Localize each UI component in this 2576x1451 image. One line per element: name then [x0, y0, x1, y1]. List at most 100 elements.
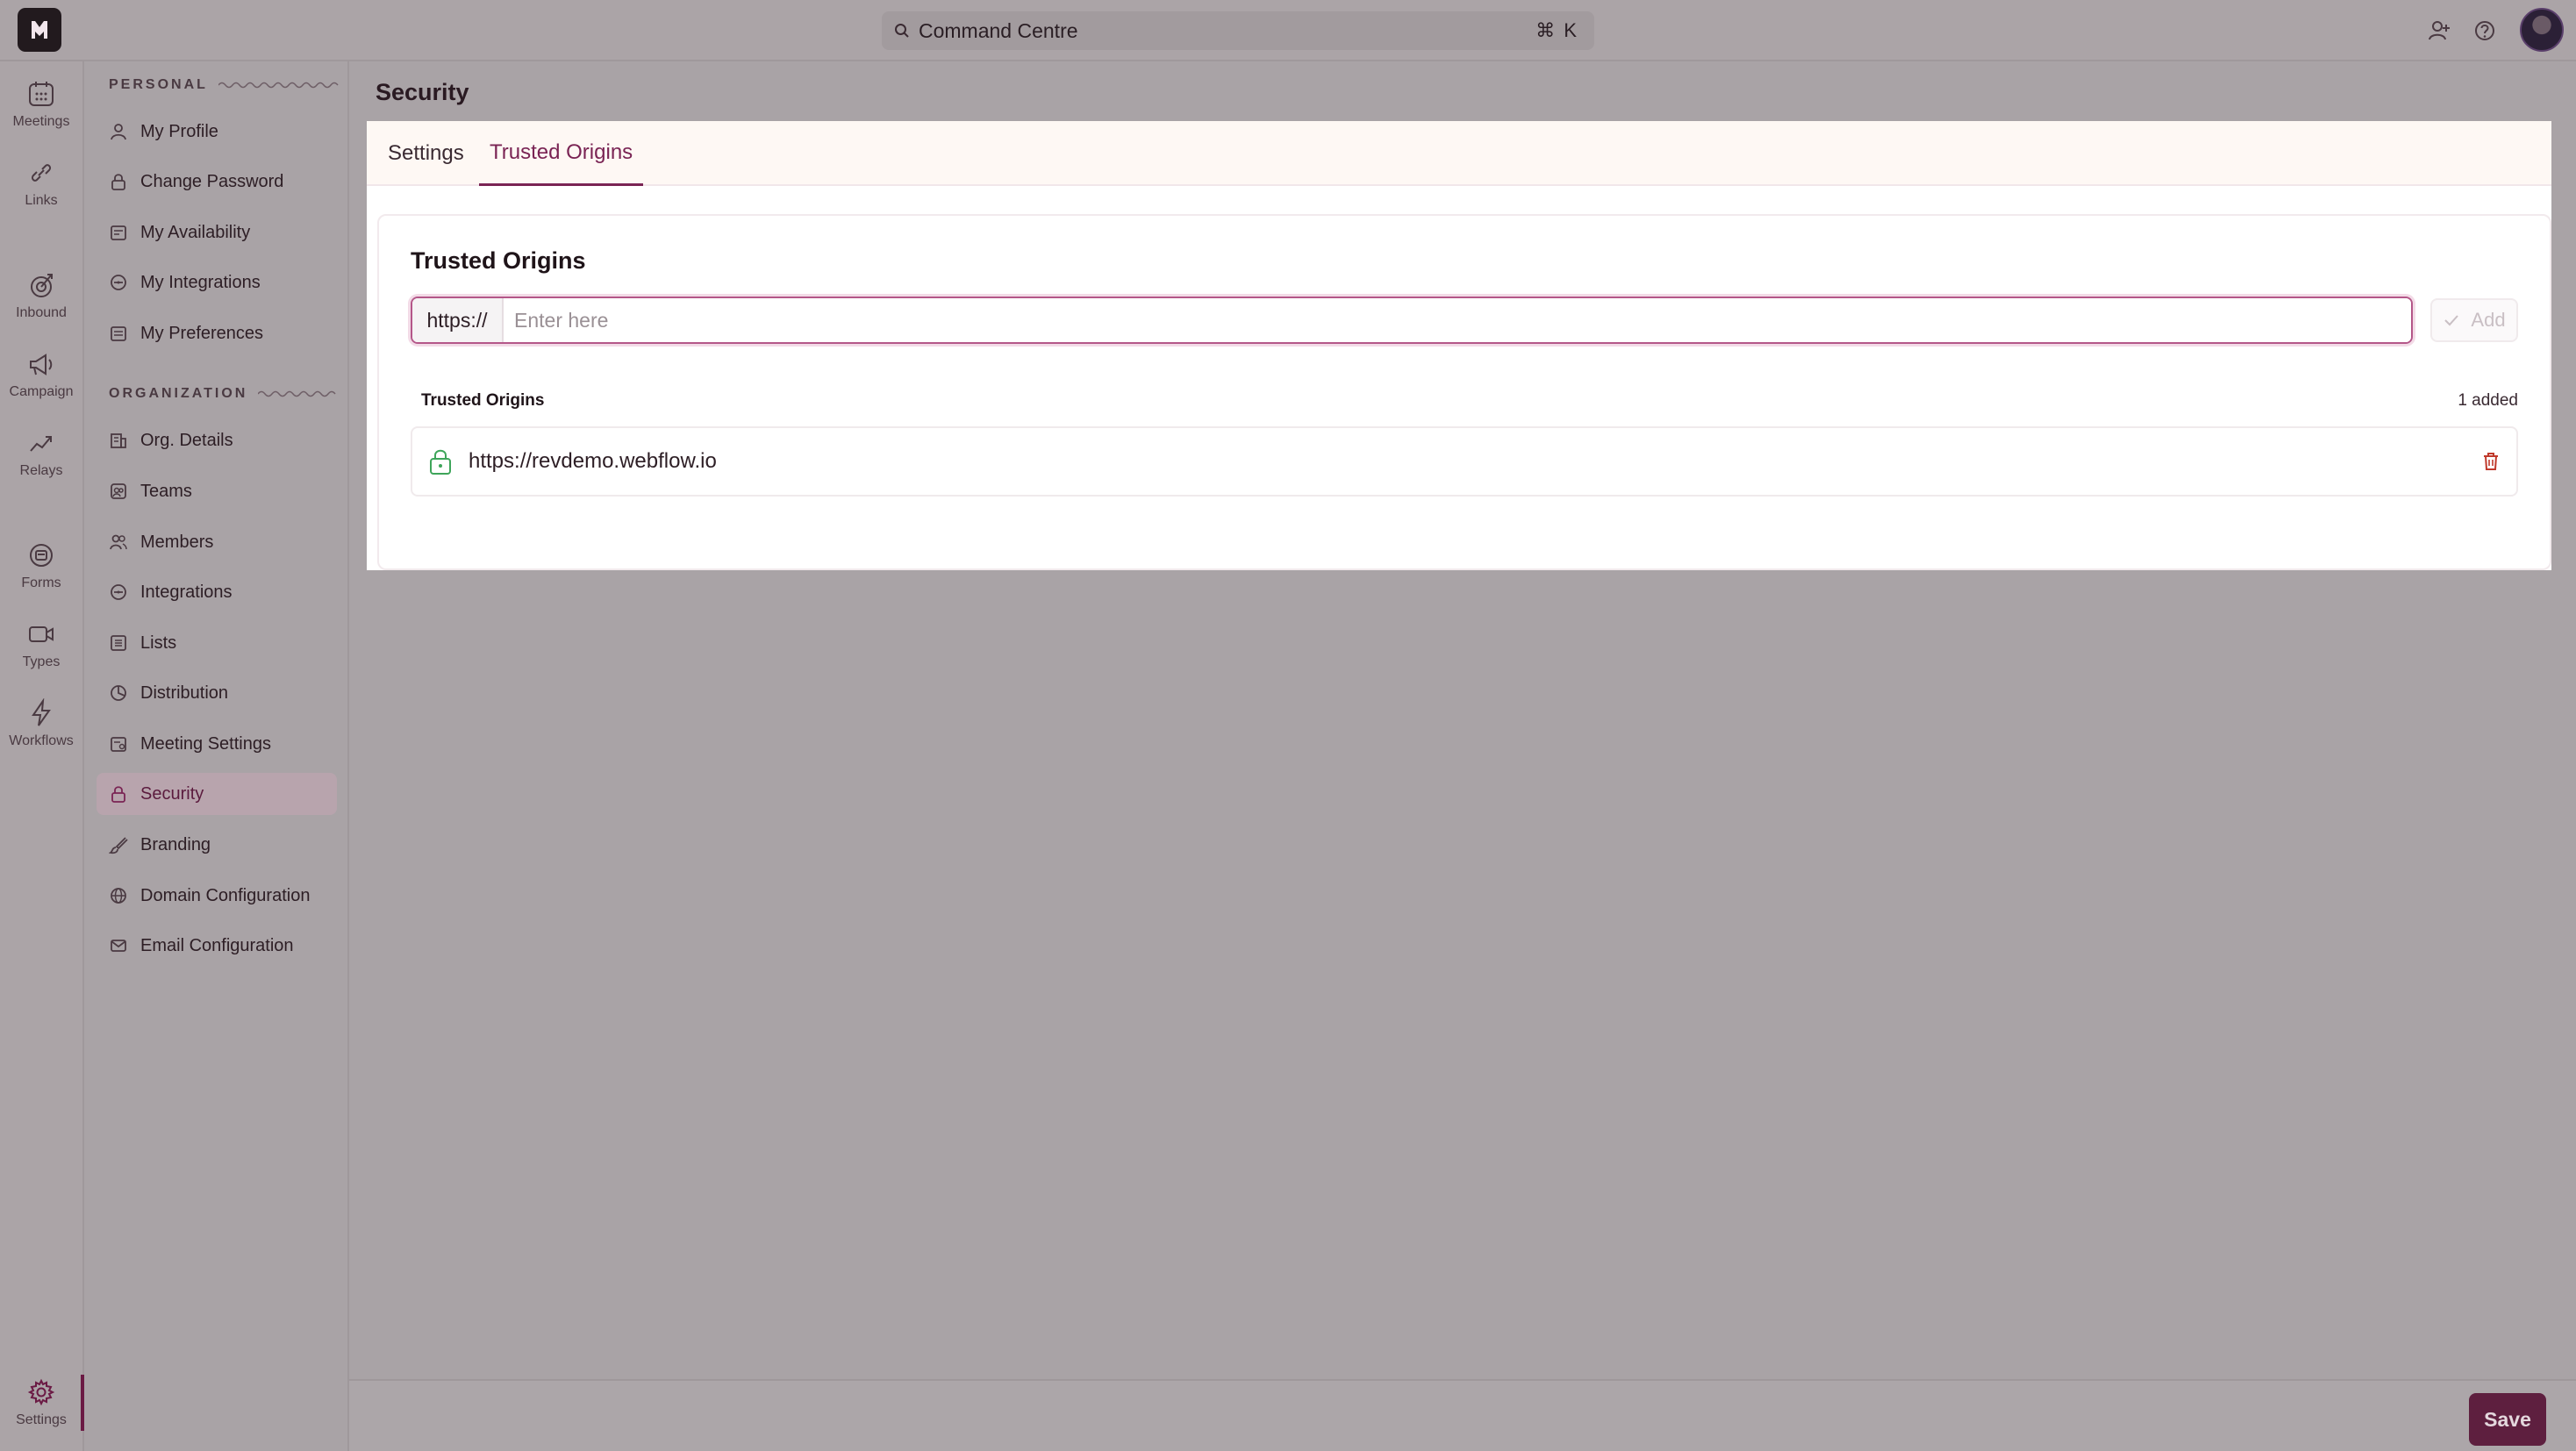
rail-item-settings[interactable]: Settings: [0, 1377, 82, 1428]
section-heading-label: PERSONAL: [109, 77, 208, 92]
trusted-origins-card: Trusted Origins https:// Add Trusted Ori…: [377, 214, 2551, 570]
list-item: https://revdemo.webflow.io: [411, 426, 2518, 497]
app-logo[interactable]: [18, 8, 61, 52]
sidebar-item-my-preferences[interactable]: My Preferences: [97, 312, 337, 354]
trash-icon[interactable]: [2481, 451, 2501, 472]
origin-input[interactable]: [504, 298, 2411, 342]
user-avatar[interactable]: [2520, 8, 2564, 52]
rail-label: Relays: [19, 463, 63, 478]
gear-icon: [27, 1378, 55, 1406]
rail-label: Meetings: [12, 114, 70, 129]
section-heading-organization: ORGANIZATION: [109, 386, 340, 402]
sidebar-item-label: Meeting Settings: [140, 733, 271, 754]
tab-bar: Settings Trusted Origins: [367, 121, 2551, 186]
sidebar-item-label: My Integrations: [140, 272, 261, 292]
origin-input-group: https://: [411, 297, 2413, 344]
rail-item-meetings[interactable]: Meetings: [0, 79, 82, 130]
origins-list-heading: Trusted Origins: [421, 391, 545, 410]
origins-count: 1 added: [2458, 391, 2518, 410]
sidebar-item-label: Distribution: [140, 683, 229, 703]
tab-settings[interactable]: Settings: [388, 121, 464, 186]
integration-icon: [111, 275, 126, 290]
sidebar-item-label: Branding: [140, 834, 211, 854]
footer-bar: [349, 1379, 2576, 1451]
sidebar-item-lists[interactable]: Lists: [97, 622, 337, 664]
sidebar-item-org-details[interactable]: Org. Details: [97, 419, 337, 461]
sidebar-item-my-integrations[interactable]: My Integrations: [97, 261, 337, 304]
sidebar-item-domain-configuration[interactable]: Domain Configuration: [97, 875, 337, 917]
inbound-icon: [31, 274, 53, 297]
rail-label: Inbound: [16, 305, 67, 320]
sidebar-item-teams[interactable]: Teams: [97, 470, 337, 512]
save-button[interactable]: Save: [2469, 1393, 2546, 1446]
integration-icon: [111, 584, 126, 600]
sidebar-item-integrations[interactable]: Integrations: [97, 571, 337, 613]
sidebar-item-change-password[interactable]: Change Password: [97, 161, 337, 203]
rail-item-types[interactable]: Types: [0, 619, 82, 670]
sidebar-item-meeting-settings[interactable]: Meeting Settings: [97, 723, 337, 765]
logo-icon: [32, 21, 47, 39]
sidebar-item-my-profile[interactable]: My Profile: [97, 111, 337, 153]
preferences-icon: [111, 326, 126, 341]
rail-label: Types: [22, 654, 61, 669]
command-centre-label: Command Centre: [919, 18, 1078, 42]
section-heading-personal: PERSONAL: [109, 77, 340, 93]
brush-icon: [109, 837, 128, 854]
add-user-icon[interactable]: [2427, 18, 2451, 43]
add-button[interactable]: Add: [2430, 298, 2518, 342]
calendar-icon: [29, 82, 54, 106]
building-icon: [111, 433, 126, 448]
command-centre-search[interactable]: Command Centre ⌘ K: [882, 11, 1594, 50]
sidebar-item-distribution[interactable]: Distribution: [97, 672, 337, 714]
relay-icon: [30, 436, 52, 452]
rail-label: Settings: [16, 1412, 67, 1427]
rail-label: Workflows: [9, 733, 74, 748]
sidebar-item-label: Change Password: [140, 171, 284, 191]
link-icon: [31, 164, 52, 182]
app-rail: Meetings Links Inbound Campaign Relays F…: [0, 61, 84, 1451]
video-icon: [29, 626, 54, 642]
lock-icon: [111, 174, 125, 190]
meeting-settings-icon: [111, 737, 126, 752]
form-icon: [30, 544, 53, 567]
tab-label: Trusted Origins: [490, 139, 633, 164]
pie-chart-icon: [111, 685, 126, 701]
card-title: Trusted Origins: [411, 247, 586, 274]
settings-sidebar: PERSONAL My Profile Change Password My A…: [84, 61, 349, 1451]
rail-item-inbound[interactable]: Inbound: [0, 270, 82, 321]
squiggle-divider-icon: [218, 82, 339, 89]
sidebar-item-my-availability[interactable]: My Availability: [97, 211, 337, 254]
sidebar-item-email-configuration[interactable]: Email Configuration: [97, 925, 337, 967]
check-icon: [2444, 315, 2459, 326]
tab-label: Settings: [388, 141, 464, 165]
sidebar-item-members[interactable]: Members: [97, 521, 337, 563]
sidebar-item-label: Integrations: [140, 582, 233, 602]
rail-item-relays[interactable]: Relays: [0, 428, 82, 479]
globe-icon: [111, 888, 126, 904]
sidebar-item-security[interactable]: Security: [97, 773, 337, 815]
help-icon[interactable]: [2472, 18, 2497, 43]
rail-item-links[interactable]: Links: [0, 158, 82, 209]
origin-url: https://revdemo.webflow.io: [469, 449, 717, 473]
top-bar: Command Centre ⌘ K: [0, 0, 2576, 61]
megaphone-icon: [30, 354, 53, 375]
list-icon: [111, 635, 126, 651]
add-button-label: Add: [2471, 309, 2506, 331]
rail-item-campaign[interactable]: Campaign: [0, 349, 82, 400]
rail-label: Links: [25, 193, 58, 208]
sidebar-item-label: Teams: [140, 481, 192, 501]
tab-trusted-origins[interactable]: Trusted Origins: [479, 121, 644, 186]
command-shortcut: ⌘ K: [1535, 19, 1578, 41]
section-heading-label: ORGANIZATION: [109, 386, 248, 401]
calendar-icon: [111, 225, 126, 240]
page-title: Security: [376, 79, 469, 105]
rail-item-workflows[interactable]: Workflows: [0, 698, 82, 749]
rail-item-forms[interactable]: Forms: [0, 540, 82, 591]
sidebar-item-branding[interactable]: Branding: [97, 824, 337, 866]
sidebar-item-label: Lists: [140, 633, 177, 653]
sidebar-item-label: Security: [140, 783, 204, 804]
sidebar-item-label: Members: [140, 532, 214, 552]
lock-icon: [111, 786, 125, 803]
rail-label: Campaign: [9, 384, 74, 399]
sidebar-item-label: Domain Configuration: [140, 885, 311, 905]
